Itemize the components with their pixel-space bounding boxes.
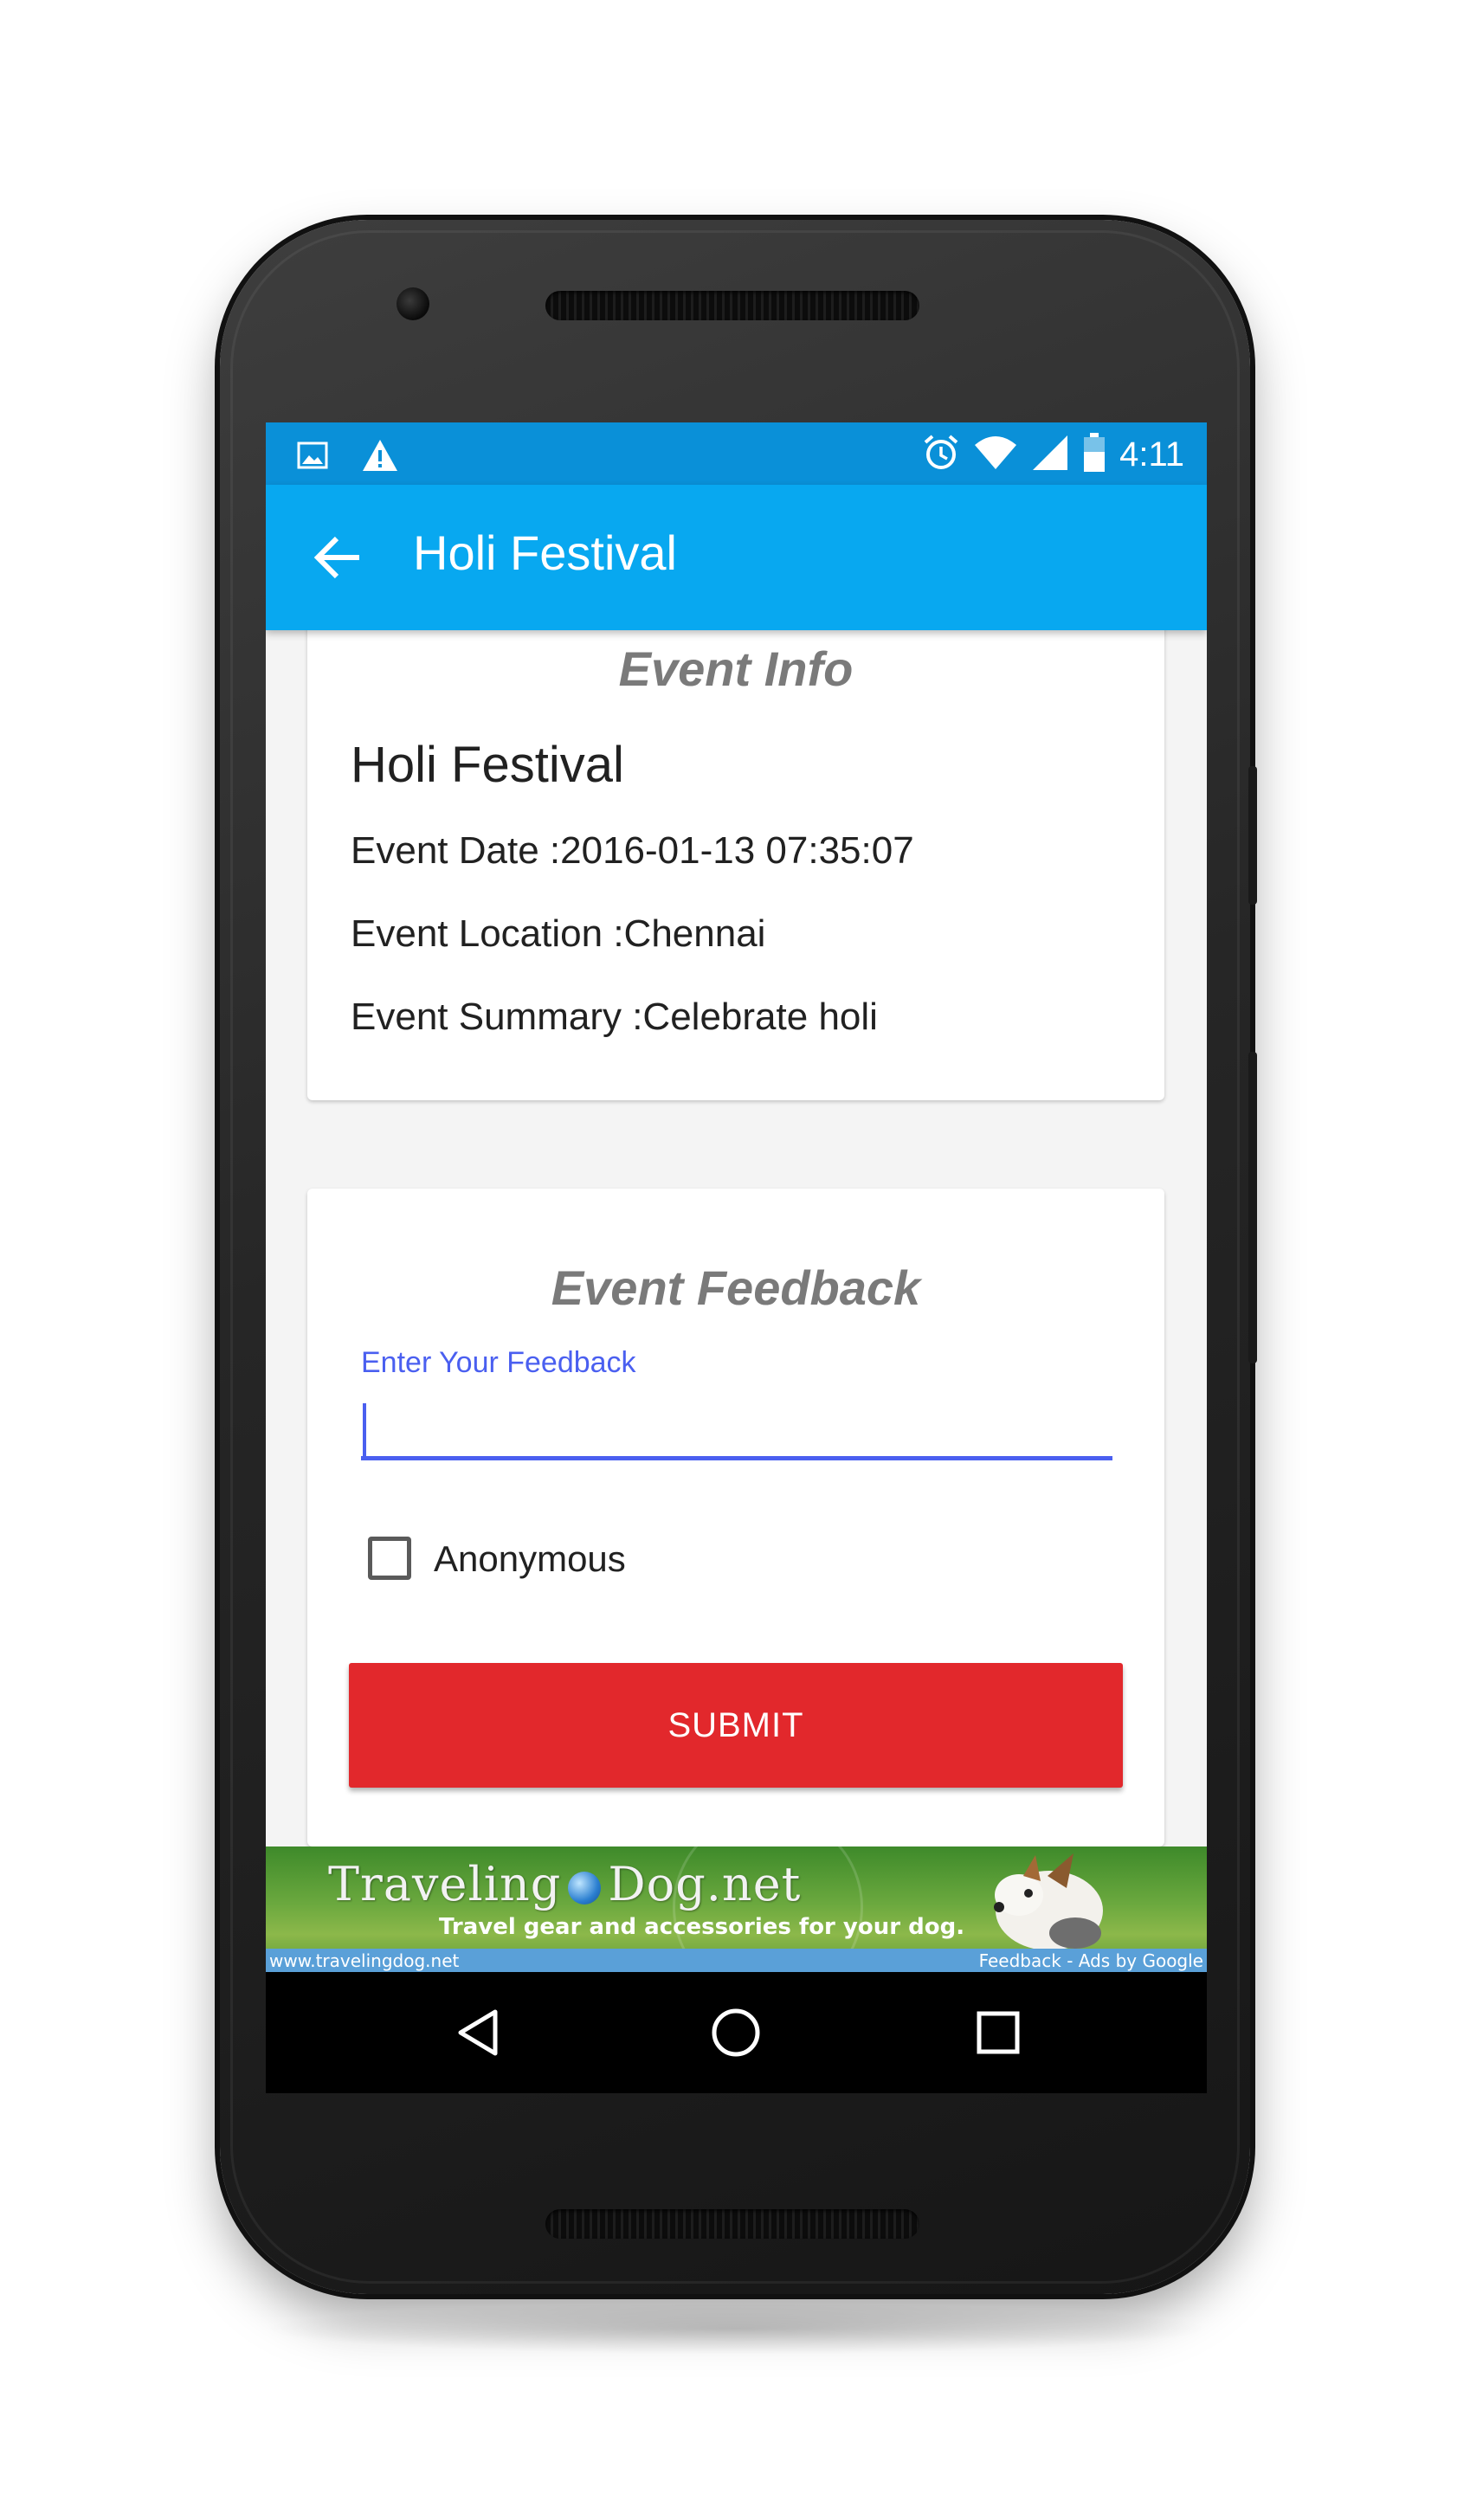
signal-icon: [1031, 434, 1069, 475]
volume-button: [1248, 1052, 1257, 1363]
arrow-back-icon: [313, 536, 359, 579]
event-info-card: Event Info Holi Festival Event Date :201…: [307, 630, 1164, 1100]
submit-button[interactable]: SUBMIT: [349, 1663, 1123, 1788]
ad-brand-left: Traveling: [328, 1857, 562, 1911]
app-toolbar: Holi Festival: [266, 485, 1207, 630]
event-date: Event Date :2016-01-13 07:35:07: [351, 829, 914, 872]
power-button: [1248, 766, 1257, 905]
nav-back-button[interactable]: [452, 2005, 507, 2060]
nav-home-icon: [712, 2008, 760, 2057]
scroll-content[interactable]: Event Info Holi Festival Event Date :201…: [266, 630, 1207, 1846]
nav-recents-icon: [977, 2011, 1020, 2054]
dog-photo-icon: [994, 1853, 1103, 1950]
earpiece-speaker: [545, 291, 919, 320]
ad-brand-right: Dog.net: [608, 1857, 802, 1911]
toolbar-title: Holi Festival: [413, 525, 677, 580]
image-icon: [297, 441, 328, 473]
battery-icon: [1083, 433, 1106, 476]
alarm-icon: [922, 434, 960, 475]
ad-footer: www.travelingdog.net Feedback - Ads by G…: [266, 1949, 1207, 1972]
navigation-bar: [266, 1972, 1207, 2093]
screen: 4:11 Holi Festival Event Info Holi Festi…: [266, 422, 1207, 2093]
status-bar: 4:11: [266, 422, 1207, 485]
ad-credit[interactable]: Feedback - Ads by Google: [979, 1950, 1203, 1971]
back-button[interactable]: [311, 530, 366, 585]
clock-time: 4:11: [1119, 435, 1184, 474]
ad-url[interactable]: www.travelingdog.net: [269, 1950, 459, 1971]
bottom-speaker: [545, 2209, 919, 2239]
globe-icon: [568, 1872, 602, 1905]
nav-home-button[interactable]: [708, 2005, 764, 2060]
wifi-icon: [974, 435, 1017, 474]
text-cursor: [363, 1403, 366, 1459]
event-summary: Event Summary :Celebrate holi: [351, 996, 878, 1038]
phone-shadow: [260, 2303, 1212, 2355]
anonymous-checkbox[interactable]: [368, 1537, 411, 1580]
anonymous-label[interactable]: Anonymous: [434, 1538, 626, 1580]
nav-recents-button[interactable]: [970, 2005, 1026, 2060]
ad-banner[interactable]: Traveling Dog.net Travel gear and accesso…: [266, 1846, 1207, 1972]
ad-brand: Traveling Dog.net: [328, 1857, 801, 1911]
feedback-input-label: Enter Your Feedback: [361, 1346, 636, 1379]
front-camera: [397, 287, 429, 320]
event-location: Event Location :Chennai: [351, 912, 766, 955]
event-feedback-card: Event Feedback Enter Your Feedback Anony…: [307, 1189, 1164, 1846]
ad-tagline: Travel gear and accessories for your dog…: [439, 1914, 965, 1940]
warning-icon: [361, 438, 399, 476]
event-feedback-heading: Event Feedback: [551, 1260, 921, 1315]
nav-back-icon: [458, 2009, 498, 2056]
event-info-heading: Event Info: [618, 641, 854, 696]
feedback-input[interactable]: [361, 1389, 1112, 1460]
event-title: Holi Festival: [351, 737, 624, 793]
